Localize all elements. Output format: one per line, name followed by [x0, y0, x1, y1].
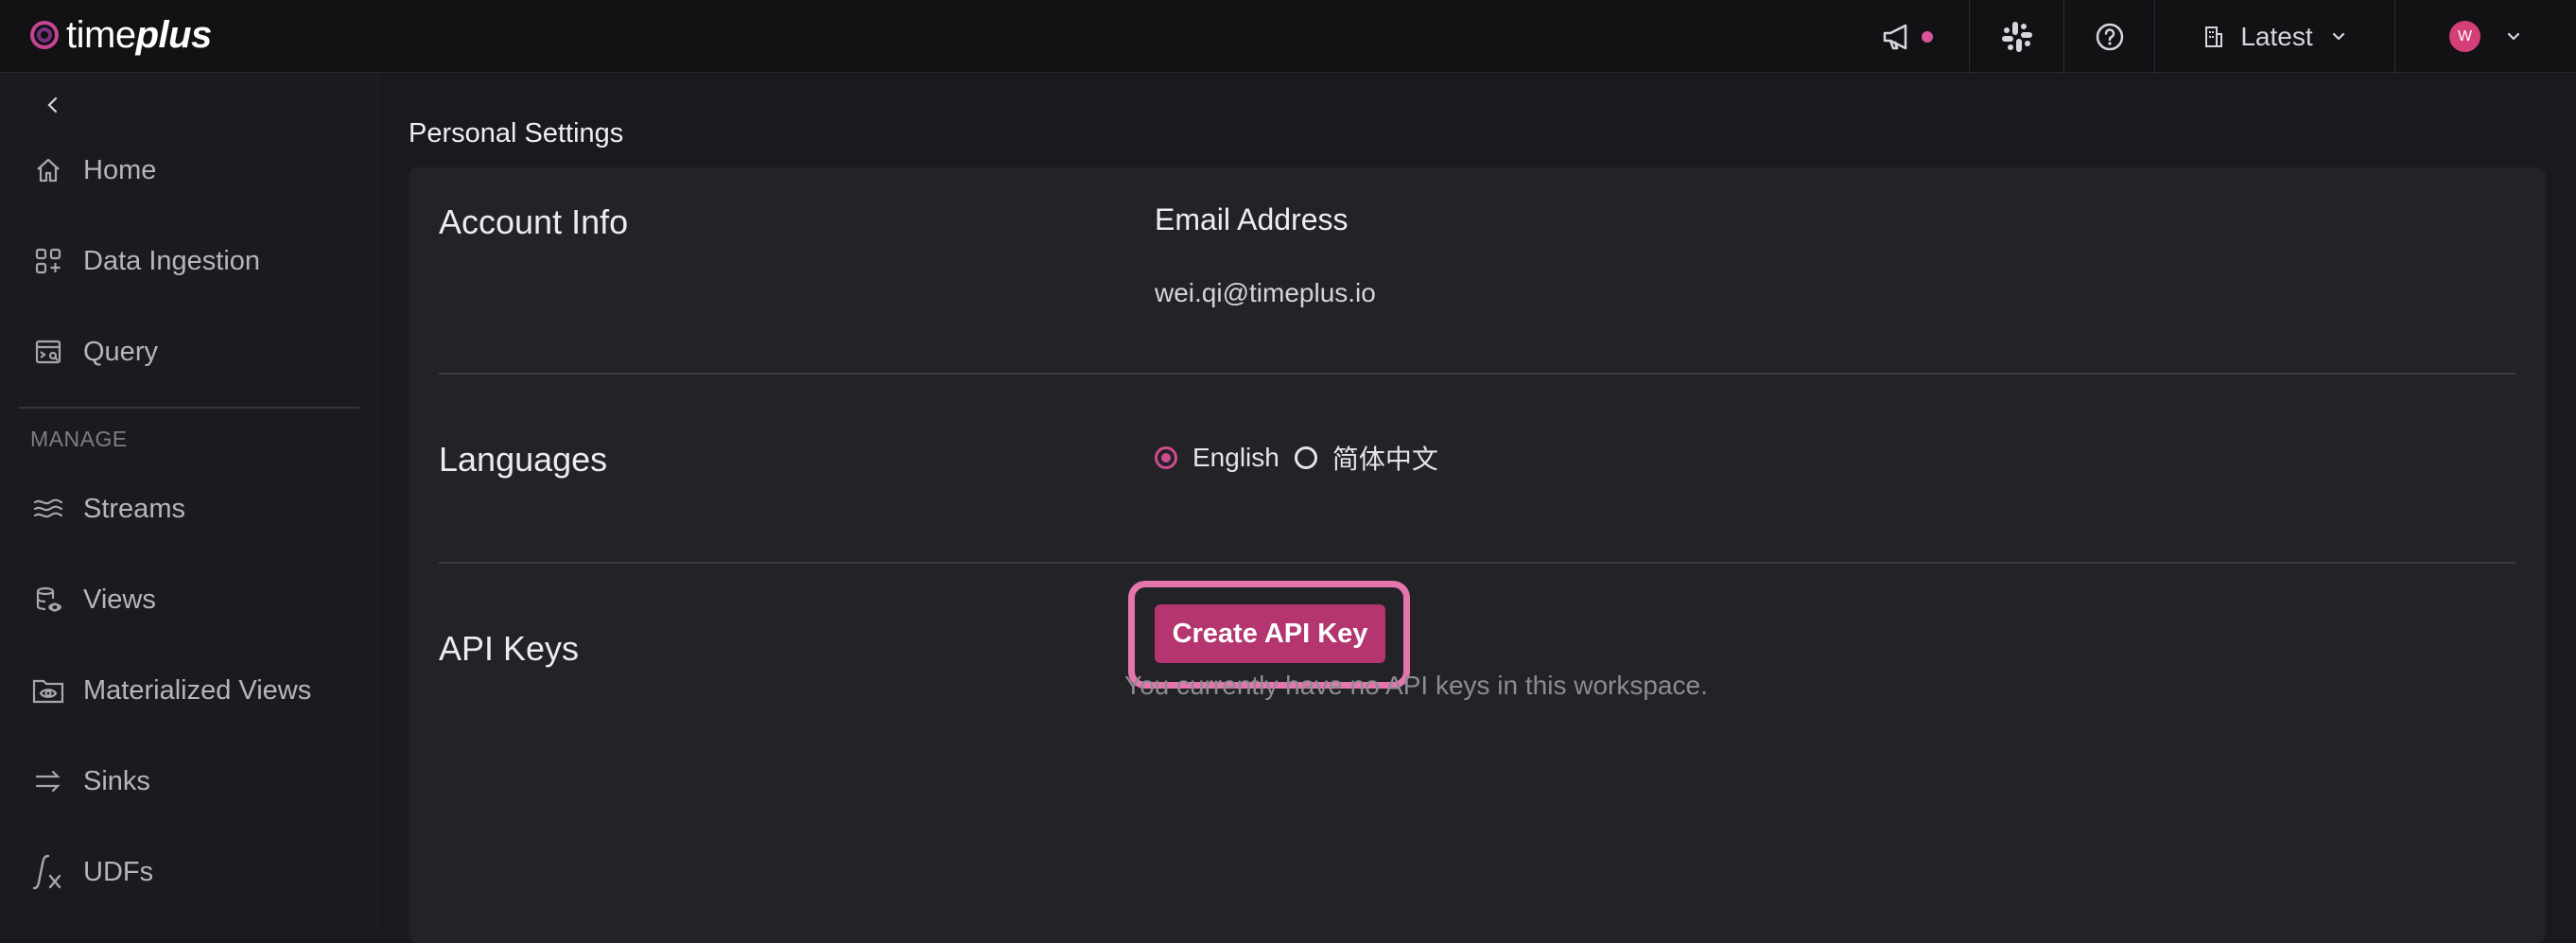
chevron-down-icon — [2332, 32, 2344, 41]
settings-card: Account Info Email Address wei.qi@timepl… — [409, 167, 2546, 943]
language-option-label: 简体中文 — [1332, 445, 1438, 474]
chevron-left-icon — [47, 96, 58, 114]
email-label: Email Address — [1155, 202, 1349, 236]
sidebar-item-data-ingestion[interactable]: Data Ingestion — [0, 233, 378, 289]
sidebar-item-label: UDFs — [83, 856, 154, 887]
sinks-icon — [30, 763, 66, 799]
sidebar-item-label: Streams — [83, 493, 185, 524]
query-icon — [30, 334, 66, 370]
logo-wordmark: timeplus — [66, 14, 212, 57]
language-radio-group: English 简体中文 — [1155, 439, 1453, 477]
building-icon — [2205, 26, 2223, 47]
sidebar-item-streams[interactable]: Streams — [0, 480, 378, 537]
sidebar: Home Data Ingestion Query MANAGE Streams… — [0, 73, 378, 925]
announcements-button[interactable] — [1846, 0, 1969, 73]
sidebar-item-label: Sinks — [83, 765, 150, 796]
top-bar: timeplus Latest W — [0, 0, 2576, 73]
logo-mark-icon — [30, 21, 59, 49]
sidebar-item-materialized-views[interactable]: Materialized Views — [0, 662, 378, 719]
email-value: wei.qi@timeplus.io — [1155, 278, 1376, 307]
materialized-views-icon — [30, 672, 66, 708]
sidebar-item-label: Query — [83, 336, 158, 367]
streams-icon — [30, 491, 66, 527]
language-option-english[interactable]: English — [1155, 443, 1279, 473]
api-keys-title: API Keys — [439, 629, 580, 668]
sidebar-item-label: Home — [83, 154, 157, 185]
sidebar-item-label: Data Ingestion — [83, 245, 261, 276]
radio-selected-icon — [1155, 446, 1177, 469]
sidebar-item-home[interactable]: Home — [0, 142, 378, 199]
sidebar-item-udfs[interactable]: UDFs — [0, 844, 378, 900]
help-icon — [2096, 23, 2123, 50]
slack-icon — [2001, 21, 2032, 52]
sidebar-item-views[interactable]: Views — [0, 571, 378, 628]
api-keys-empty-note: You currently have no API keys in this w… — [1124, 671, 1708, 700]
sidebar-item-label: Views — [83, 584, 156, 615]
chevron-down-icon — [2507, 32, 2520, 41]
avatar: W — [2449, 21, 2480, 52]
languages-title: Languages — [439, 440, 608, 479]
home-icon — [30, 152, 66, 188]
section-divider — [439, 373, 2515, 375]
create-api-key-button[interactable]: Create API Key — [1155, 604, 1385, 663]
timeplus-logo[interactable]: timeplus — [28, 13, 212, 57]
notification-dot — [1922, 30, 1933, 43]
sidebar-item-query[interactable]: Query — [0, 323, 378, 380]
logo-suffix: plus — [135, 13, 213, 56]
workspace-switcher[interactable]: Latest — [2154, 0, 2394, 73]
workspace-label: Latest — [2240, 21, 2313, 51]
collapse-sidebar-button[interactable] — [42, 94, 64, 116]
account-info-title: Account Info — [439, 202, 629, 241]
views-icon — [30, 582, 66, 618]
radio-unselected-icon — [1294, 446, 1317, 469]
manage-section-label: MANAGE — [30, 427, 128, 451]
logo-prefix: time — [66, 13, 136, 56]
sidebar-item-sinks[interactable]: Sinks — [0, 753, 378, 810]
data-ingestion-icon — [30, 243, 66, 279]
sidebar-divider — [19, 407, 359, 409]
help-button[interactable] — [2063, 0, 2154, 73]
section-divider — [439, 562, 2515, 564]
udf-icon — [30, 854, 66, 890]
page-title: Personal Settings — [409, 118, 624, 148]
main-content: Personal Settings Account Info Email Add… — [378, 73, 2576, 943]
language-option-label: English — [1192, 443, 1279, 472]
sidebar-item-label: Materialized Views — [83, 674, 312, 706]
slack-button[interactable] — [1969, 0, 2063, 73]
user-menu[interactable]: W — [2394, 0, 2576, 73]
language-option-chinese[interactable]: 简体中文 — [1294, 439, 1438, 477]
megaphone-icon — [1883, 24, 1907, 49]
